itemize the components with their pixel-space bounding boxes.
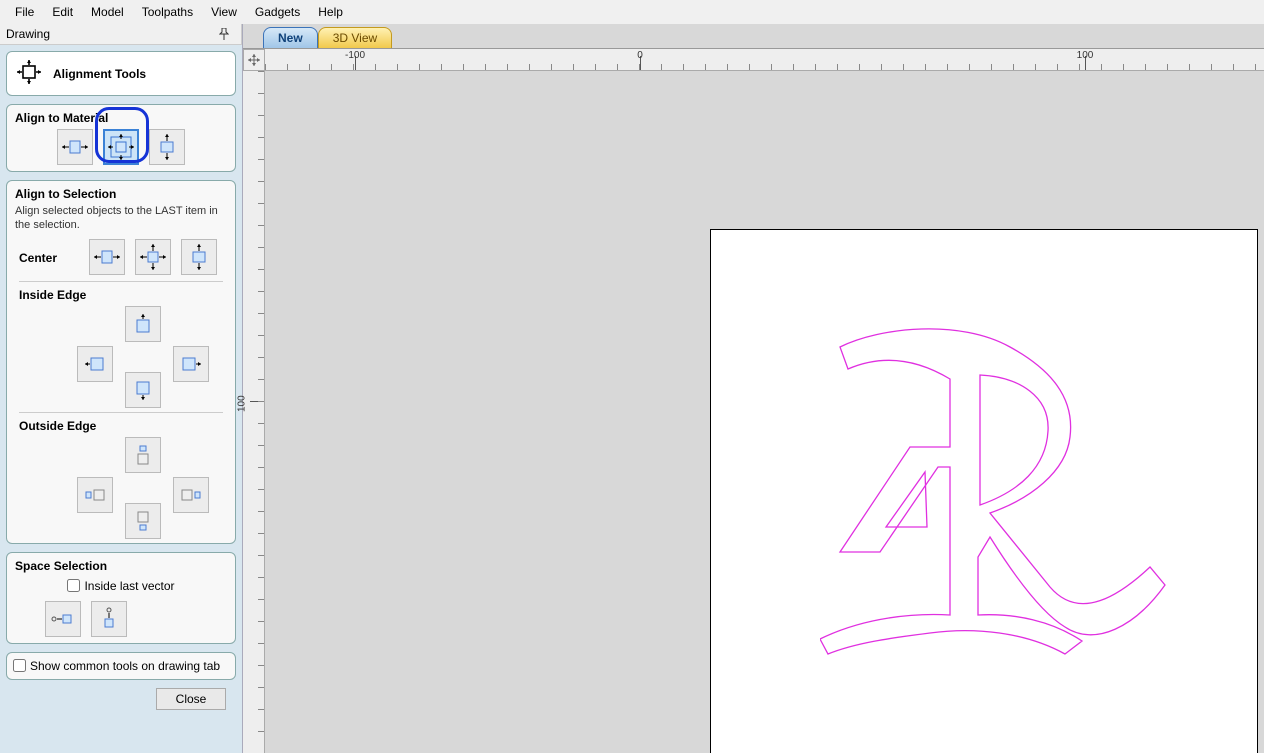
inside-edge-label: Inside Edge [19,288,227,302]
menu-model[interactable]: Model [82,2,133,22]
menu-bar: File Edit Model Toolpaths View Gadgets H… [0,0,1264,24]
alignment-tools-title: Alignment Tools [53,67,146,81]
space-selection-heading: Space Selection [15,559,227,573]
outside-left-button[interactable] [77,477,113,513]
menu-file[interactable]: File [6,2,43,22]
alignment-tools-header: Alignment Tools [6,51,236,96]
center-in-material-icon [15,58,43,89]
canvas-wrap: -1000100 100 [243,48,1264,753]
align-material-horizontal-button[interactable] [57,129,93,165]
ruler-vertical: 100 [243,71,265,753]
design-canvas[interactable] [265,71,1264,753]
outside-edge-label: Outside Edge [19,419,227,433]
inside-right-button[interactable] [173,346,209,382]
align-to-selection-heading: Align to Selection [15,187,227,201]
center-horizontal-button[interactable] [89,239,125,275]
outside-right-button[interactable] [173,477,209,513]
center-label: Center [19,251,57,265]
inside-last-vector-checkbox[interactable] [67,579,80,592]
side-panel: Drawing Alignment Tools [0,24,243,753]
menu-view[interactable]: View [202,2,246,22]
inside-left-button[interactable] [77,346,113,382]
main-area: New 3D View -1000100 100 [243,24,1264,753]
menu-edit[interactable]: Edit [43,2,82,22]
menu-gadgets[interactable]: Gadgets [246,2,309,22]
space-vertical-button[interactable] [91,601,127,637]
ruler-origin-icon[interactable] [243,49,265,71]
align-material-vertical-button[interactable] [149,129,185,165]
pin-icon[interactable] [219,28,229,40]
outside-bottom-button[interactable] [125,503,161,539]
align-to-selection-help: Align selected objects to the LAST item … [15,205,227,233]
show-common-tools-checkbox[interactable] [13,659,26,672]
center-both-button[interactable] [135,239,171,275]
ruler-horizontal: -1000100 [265,49,1264,71]
inside-bottom-button[interactable] [125,372,161,408]
align-to-material-heading: Align to Material [15,111,227,125]
outside-top-button[interactable] [125,437,161,473]
tab-3d-view[interactable]: 3D View [318,27,392,49]
align-material-center-button[interactable] [103,129,139,165]
vector-letter-r[interactable] [820,327,1180,657]
view-tabstrip: New 3D View [243,24,1264,48]
inside-last-vector-label: Inside last vector [84,579,174,593]
panel-title: Drawing [6,27,50,41]
menu-toolpaths[interactable]: Toolpaths [133,2,202,22]
show-common-tools-label: Show common tools on drawing tab [30,659,220,673]
menu-help[interactable]: Help [309,2,352,22]
tab-new[interactable]: New [263,27,318,49]
close-button[interactable]: Close [156,688,226,710]
center-vertical-button[interactable] [181,239,217,275]
inside-top-button[interactable] [125,306,161,342]
space-horizontal-button[interactable] [45,601,81,637]
